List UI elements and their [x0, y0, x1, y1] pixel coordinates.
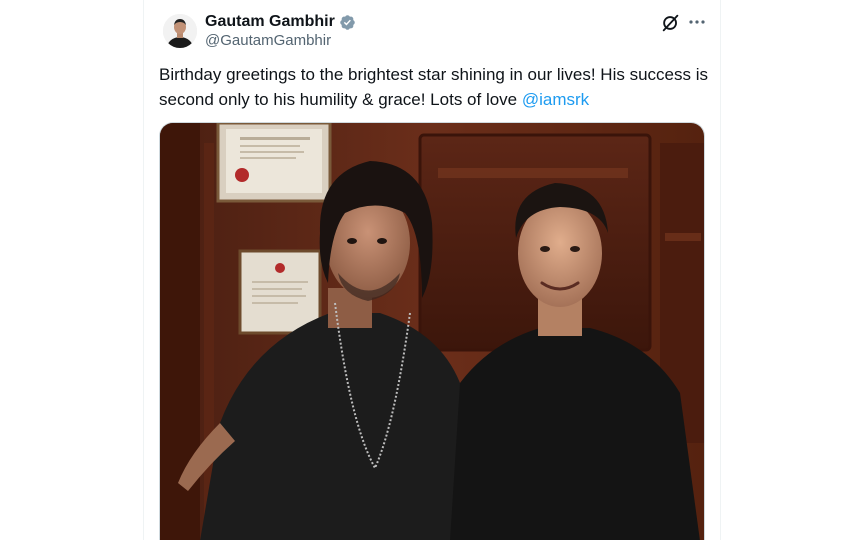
mention-link[interactable]: @iamsrk	[522, 90, 589, 109]
tweet-photo[interactable]	[159, 122, 705, 540]
photo-image	[160, 123, 704, 540]
grok-icon[interactable]	[660, 12, 682, 34]
avatar-image	[163, 14, 197, 48]
more-options-icon[interactable]	[687, 12, 707, 32]
author-name-row[interactable]: Gautam Gambhir	[205, 11, 356, 33]
tweet-text: Birthday greetings to the brightest star…	[159, 62, 711, 112]
verified-badge-icon	[339, 14, 356, 31]
page: Gautam Gambhir @GautamGambhir Birthday g…	[0, 0, 864, 540]
author-display-name[interactable]: Gautam Gambhir	[205, 12, 335, 32]
author-handle[interactable]: @GautamGambhir	[205, 32, 331, 50]
tweet-body-text: Birthday greetings to the brightest star…	[159, 65, 708, 109]
avatar[interactable]	[163, 14, 197, 48]
